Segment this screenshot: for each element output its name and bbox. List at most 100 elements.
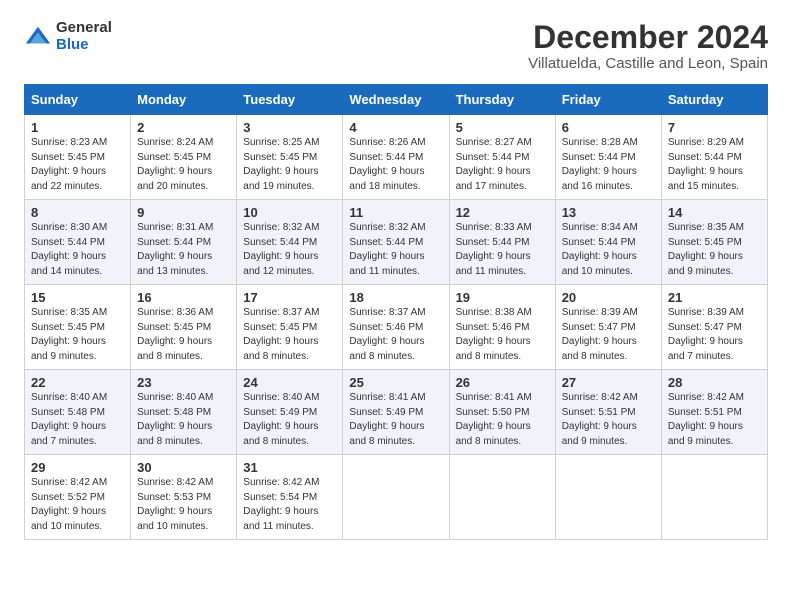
day-info: Sunrise: 8:33 AMSunset: 5:44 PMDaylight:… [456,222,532,277]
day-info: Sunrise: 8:41 AMSunset: 5:50 PMDaylight:… [456,392,532,447]
day-number: 26 [456,375,549,390]
day-info: Sunrise: 8:40 AMSunset: 5:48 PMDaylight:… [137,392,213,447]
calendar-cell: 5 Sunrise: 8:27 AMSunset: 5:44 PMDayligh… [449,115,555,200]
calendar-cell: 26 Sunrise: 8:41 AMSunset: 5:50 PMDaylig… [449,370,555,455]
header-saturday: Saturday [661,85,767,115]
day-info: Sunrise: 8:39 AMSunset: 5:47 PMDaylight:… [562,307,638,362]
calendar-cell: 25 Sunrise: 8:41 AMSunset: 5:49 PMDaylig… [343,370,449,455]
calendar-table: Sunday Monday Tuesday Wednesday Thursday… [24,84,768,540]
logo-general-label: General [56,20,112,37]
day-number: 6 [562,120,655,135]
calendar-body: 1 Sunrise: 8:23 AMSunset: 5:45 PMDayligh… [25,115,768,540]
calendar-cell: 14 Sunrise: 8:35 AMSunset: 5:45 PMDaylig… [661,200,767,285]
day-info: Sunrise: 8:27 AMSunset: 5:44 PMDaylight:… [456,137,532,192]
calendar-cell: 11 Sunrise: 8:32 AMSunset: 5:44 PMDaylig… [343,200,449,285]
calendar-cell: 2 Sunrise: 8:24 AMSunset: 5:45 PMDayligh… [131,115,237,200]
day-number: 4 [349,120,442,135]
calendar-cell [661,455,767,540]
day-number: 28 [668,375,761,390]
calendar-cell: 22 Sunrise: 8:40 AMSunset: 5:48 PMDaylig… [25,370,131,455]
day-info: Sunrise: 8:41 AMSunset: 5:49 PMDaylight:… [349,392,425,447]
day-info: Sunrise: 8:38 AMSunset: 5:46 PMDaylight:… [456,307,532,362]
calendar-cell: 27 Sunrise: 8:42 AMSunset: 5:51 PMDaylig… [555,370,661,455]
day-number: 17 [243,290,336,305]
day-info: Sunrise: 8:42 AMSunset: 5:51 PMDaylight:… [562,392,638,447]
day-number: 12 [456,205,549,220]
week-row-4: 22 Sunrise: 8:40 AMSunset: 5:48 PMDaylig… [25,370,768,455]
week-row-2: 8 Sunrise: 8:30 AMSunset: 5:44 PMDayligh… [25,200,768,285]
day-number: 16 [137,290,230,305]
calendar-cell: 12 Sunrise: 8:33 AMSunset: 5:44 PMDaylig… [449,200,555,285]
day-number: 23 [137,375,230,390]
day-info: Sunrise: 8:37 AMSunset: 5:45 PMDaylight:… [243,307,319,362]
week-row-5: 29 Sunrise: 8:42 AMSunset: 5:52 PMDaylig… [25,455,768,540]
page-header: General Blue December 2024 Villatuelda, … [24,20,768,72]
day-number: 1 [31,120,124,135]
week-row-3: 15 Sunrise: 8:35 AMSunset: 5:45 PMDaylig… [25,285,768,370]
header-thursday: Thursday [449,85,555,115]
day-info: Sunrise: 8:42 AMSunset: 5:54 PMDaylight:… [243,477,319,532]
calendar-cell: 4 Sunrise: 8:26 AMSunset: 5:44 PMDayligh… [343,115,449,200]
calendar-cell: 20 Sunrise: 8:39 AMSunset: 5:47 PMDaylig… [555,285,661,370]
day-number: 22 [31,375,124,390]
header-row: Sunday Monday Tuesday Wednesday Thursday… [25,85,768,115]
calendar-cell: 16 Sunrise: 8:36 AMSunset: 5:45 PMDaylig… [131,285,237,370]
day-info: Sunrise: 8:31 AMSunset: 5:44 PMDaylight:… [137,222,213,277]
calendar-cell: 31 Sunrise: 8:42 AMSunset: 5:54 PMDaylig… [237,455,343,540]
day-number: 13 [562,205,655,220]
day-info: Sunrise: 8:32 AMSunset: 5:44 PMDaylight:… [243,222,319,277]
day-info: Sunrise: 8:39 AMSunset: 5:47 PMDaylight:… [668,307,744,362]
calendar-cell [555,455,661,540]
calendar-cell: 28 Sunrise: 8:42 AMSunset: 5:51 PMDaylig… [661,370,767,455]
day-number: 29 [31,460,124,475]
logo-icon [24,23,52,51]
calendar-cell [449,455,555,540]
calendar-cell: 17 Sunrise: 8:37 AMSunset: 5:45 PMDaylig… [237,285,343,370]
main-title: December 2024 [528,20,768,55]
calendar-cell: 21 Sunrise: 8:39 AMSunset: 5:47 PMDaylig… [661,285,767,370]
calendar-cell: 9 Sunrise: 8:31 AMSunset: 5:44 PMDayligh… [131,200,237,285]
day-info: Sunrise: 8:30 AMSunset: 5:44 PMDaylight:… [31,222,107,277]
day-number: 31 [243,460,336,475]
day-info: Sunrise: 8:40 AMSunset: 5:49 PMDaylight:… [243,392,319,447]
day-info: Sunrise: 8:29 AMSunset: 5:44 PMDaylight:… [668,137,744,192]
day-info: Sunrise: 8:25 AMSunset: 5:45 PMDaylight:… [243,137,319,192]
calendar-cell: 15 Sunrise: 8:35 AMSunset: 5:45 PMDaylig… [25,285,131,370]
calendar-cell [343,455,449,540]
calendar-cell: 8 Sunrise: 8:30 AMSunset: 5:44 PMDayligh… [25,200,131,285]
day-number: 3 [243,120,336,135]
day-number: 11 [349,205,442,220]
day-number: 25 [349,375,442,390]
day-info: Sunrise: 8:28 AMSunset: 5:44 PMDaylight:… [562,137,638,192]
calendar-cell: 24 Sunrise: 8:40 AMSunset: 5:49 PMDaylig… [237,370,343,455]
calendar-cell: 7 Sunrise: 8:29 AMSunset: 5:44 PMDayligh… [661,115,767,200]
day-number: 8 [31,205,124,220]
calendar-cell: 29 Sunrise: 8:42 AMSunset: 5:52 PMDaylig… [25,455,131,540]
day-number: 2 [137,120,230,135]
day-info: Sunrise: 8:37 AMSunset: 5:46 PMDaylight:… [349,307,425,362]
calendar-header: Sunday Monday Tuesday Wednesday Thursday… [25,85,768,115]
day-info: Sunrise: 8:42 AMSunset: 5:52 PMDaylight:… [31,477,107,532]
header-sunday: Sunday [25,85,131,115]
calendar-cell: 6 Sunrise: 8:28 AMSunset: 5:44 PMDayligh… [555,115,661,200]
logo: General Blue [24,20,112,53]
day-info: Sunrise: 8:40 AMSunset: 5:48 PMDaylight:… [31,392,107,447]
day-info: Sunrise: 8:32 AMSunset: 5:44 PMDaylight:… [349,222,425,277]
header-wednesday: Wednesday [343,85,449,115]
calendar-cell: 10 Sunrise: 8:32 AMSunset: 5:44 PMDaylig… [237,200,343,285]
day-info: Sunrise: 8:35 AMSunset: 5:45 PMDaylight:… [31,307,107,362]
subtitle: Villatuelda, Castille and Leon, Spain [528,55,768,72]
title-section: December 2024 Villatuelda, Castille and … [528,20,768,72]
calendar-cell: 23 Sunrise: 8:40 AMSunset: 5:48 PMDaylig… [131,370,237,455]
logo-blue-label: Blue [56,37,112,54]
calendar-cell: 18 Sunrise: 8:37 AMSunset: 5:46 PMDaylig… [343,285,449,370]
day-number: 24 [243,375,336,390]
day-number: 30 [137,460,230,475]
day-info: Sunrise: 8:42 AMSunset: 5:53 PMDaylight:… [137,477,213,532]
calendar-cell: 19 Sunrise: 8:38 AMSunset: 5:46 PMDaylig… [449,285,555,370]
logo-text: General Blue [56,20,112,53]
calendar-cell: 30 Sunrise: 8:42 AMSunset: 5:53 PMDaylig… [131,455,237,540]
day-info: Sunrise: 8:34 AMSunset: 5:44 PMDaylight:… [562,222,638,277]
calendar-cell: 1 Sunrise: 8:23 AMSunset: 5:45 PMDayligh… [25,115,131,200]
day-number: 5 [456,120,549,135]
